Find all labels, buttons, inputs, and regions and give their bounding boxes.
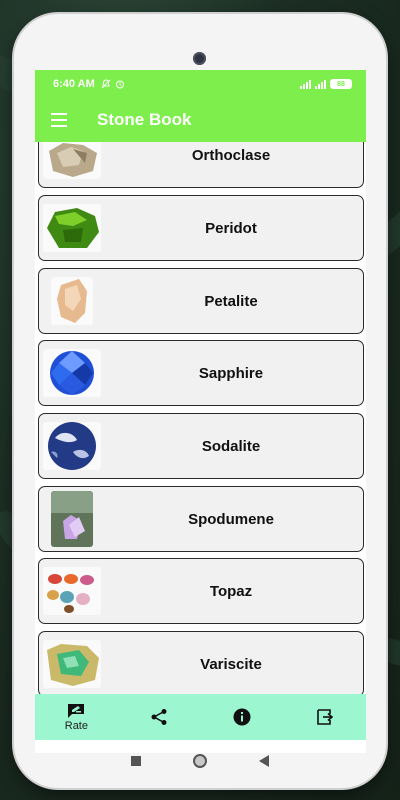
status-time: 6:40 AM: [53, 78, 95, 90]
stone-name: Sapphire: [198, 364, 264, 382]
system-navigation-bar: [14, 739, 386, 783]
app-screen: 6:40 AM 88 Stone Book Orthoclase Peridot…: [35, 70, 366, 753]
rate-label: Rate: [64, 719, 88, 732]
exit-icon: [316, 709, 333, 725]
stone-card-petalite[interactable]: Petalite: [38, 268, 364, 334]
recent-apps-icon[interactable]: [131, 756, 141, 766]
info-button[interactable]: [201, 694, 284, 740]
stone-card-variscite[interactable]: Variscite: [38, 631, 364, 694]
signal-icon: [315, 79, 326, 89]
battery-icon: 88: [330, 79, 352, 89]
stone-card-spodumene[interactable]: Spodumene: [38, 486, 364, 552]
stone-list[interactable]: Orthoclase Peridot Petalite Sapphire Sod…: [35, 142, 366, 694]
front-camera: [193, 52, 206, 65]
alarm-icon: [115, 80, 124, 89]
stone-name: Variscite: [200, 655, 262, 673]
stone-thumbnail: [51, 491, 93, 547]
stone-name: Topaz: [209, 582, 253, 600]
rate-button[interactable]: Rate: [35, 694, 118, 740]
share-icon: [151, 709, 167, 725]
bottom-navigation: Rate: [35, 694, 366, 740]
stone-name: Peridot: [205, 219, 257, 237]
back-icon[interactable]: [259, 755, 269, 767]
home-icon[interactable]: [193, 754, 207, 768]
stone-thumbnail: [43, 640, 101, 688]
stone-name: Sodalite: [201, 437, 261, 455]
app-bar: Stone Book: [35, 98, 366, 142]
stone-name: Orthoclase: [191, 146, 271, 164]
share-button[interactable]: [118, 694, 201, 740]
exit-button[interactable]: [283, 694, 366, 740]
status-bar: 6:40 AM 88: [35, 70, 366, 98]
stone-card-sodalite[interactable]: Sodalite: [38, 413, 364, 479]
info-icon: [233, 708, 251, 726]
stone-thumbnail: [43, 567, 101, 615]
stone-thumbnail: [43, 204, 101, 252]
signal-icon: [300, 79, 311, 89]
stone-name: Petalite: [204, 292, 258, 310]
stone-card-peridot[interactable]: Peridot: [38, 195, 364, 261]
stone-thumbnail: [43, 422, 101, 470]
stone-card-topaz[interactable]: Topaz: [38, 558, 364, 624]
stone-thumbnail: [43, 349, 101, 397]
rate-review-icon: [68, 703, 85, 718]
stone-card-orthoclase[interactable]: Orthoclase: [38, 142, 364, 188]
phone-frame: 6:40 AM 88 Stone Book Orthoclase Peridot…: [14, 14, 386, 788]
stone-name: Spodumene: [188, 510, 274, 528]
stone-thumbnail: [51, 277, 93, 325]
app-title: Stone Book: [97, 110, 192, 129]
notifications-off-icon: [101, 79, 111, 89]
stone-thumbnail: [43, 142, 101, 179]
menu-icon[interactable]: [35, 98, 83, 142]
stone-card-sapphire[interactable]: Sapphire: [38, 340, 364, 406]
